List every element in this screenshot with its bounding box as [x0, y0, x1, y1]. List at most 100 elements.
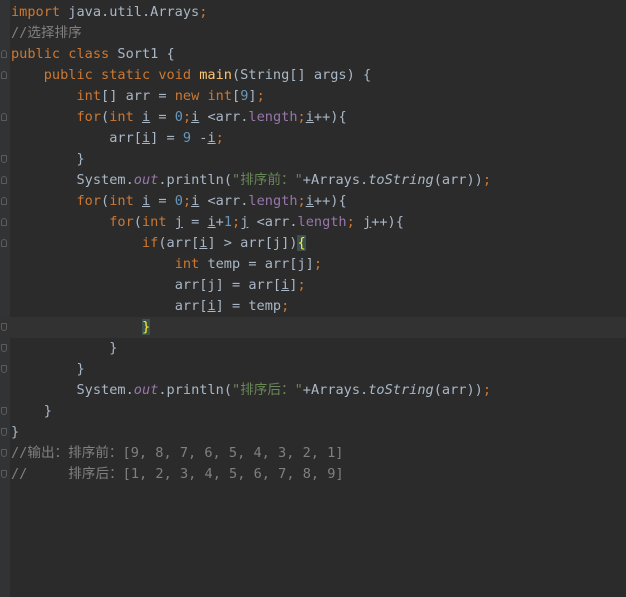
code-token: {: [297, 235, 306, 251]
code-token: i: [141, 130, 151, 146]
code-token: ;: [297, 193, 306, 209]
code-token: <arr.: [248, 214, 298, 230]
code-text: arr[i] = temp;: [11, 296, 290, 317]
code-token: (: [133, 214, 142, 230]
code-token: =: [150, 193, 175, 209]
code-line[interactable]: arr[i] = 9 -i;: [0, 128, 626, 149]
code-token: +Arrays.: [302, 382, 369, 398]
fold-marker-icon[interactable]: [1, 218, 7, 226]
code-line[interactable]: }: [0, 422, 626, 443]
code-token: out: [133, 382, 159, 398]
code-token: ]: [248, 88, 257, 104]
code-line[interactable]: int[] arr = new int[9];: [0, 86, 626, 107]
fold-marker-icon[interactable]: [1, 155, 7, 163]
code-token: ;: [482, 172, 492, 188]
fold-marker-icon[interactable]: [1, 50, 7, 58]
code-line[interactable]: arr[j] = arr[i];: [0, 275, 626, 296]
code-token: 0: [174, 193, 183, 209]
code-text: import java.util.Arrays;: [11, 2, 207, 23]
code-line[interactable]: public class Sort1 {: [0, 44, 626, 65]
code-token: [: [232, 88, 241, 104]
fold-marker-icon[interactable]: [1, 407, 7, 415]
code-token: [] arr =: [101, 88, 175, 104]
code-token: ;: [232, 214, 241, 230]
fold-marker-icon[interactable]: [1, 365, 7, 373]
code-token: }: [11, 424, 20, 440]
code-token: int: [109, 193, 142, 209]
code-token: ;: [297, 277, 306, 293]
code-text: }: [11, 317, 151, 338]
code-line[interactable]: if(arr[i] > arr[j]){: [0, 233, 626, 254]
code-text: if(arr[i] > arr[j]){: [11, 233, 306, 254]
code-token: i: [207, 130, 216, 146]
fold-marker-icon[interactable]: [1, 449, 7, 457]
code-text: arr[i] = 9 -i;: [11, 128, 224, 149]
fold-marker-icon[interactable]: [1, 176, 7, 184]
code-line[interactable]: // 排序后：[1, 2, 3, 4, 5, 6, 7, 8, 9]: [0, 464, 626, 485]
code-token: ;: [182, 193, 192, 209]
code-line[interactable]: public static void main(String[] args) {: [0, 65, 626, 86]
code-line[interactable]: int temp = arr[j];: [0, 254, 626, 275]
code-token: -: [191, 130, 208, 146]
code-line[interactable]: }: [0, 401, 626, 422]
fold-marker-icon[interactable]: [1, 428, 7, 436]
fold-marker-icon[interactable]: [1, 239, 7, 247]
fold-marker-icon[interactable]: [1, 470, 7, 478]
code-token: ;: [281, 298, 290, 314]
code-token: //输出：排序前：[9, 8, 7, 6, 5, 4, 3, 2, 1]: [11, 445, 344, 461]
code-line[interactable]: }: [0, 317, 626, 338]
code-token: ] > arr[j]): [207, 235, 298, 251]
code-token: if: [141, 235, 159, 251]
code-token: int: [109, 109, 142, 125]
code-text: public static void main(String[] args) {: [11, 65, 371, 86]
code-token: "排序后：": [232, 382, 303, 398]
code-token: for: [76, 109, 102, 125]
code-token: out: [133, 172, 159, 188]
code-line[interactable]: System.out.println("排序后："+Arrays.toStrin…: [0, 380, 626, 401]
code-token: i: [207, 214, 216, 230]
code-line[interactable]: arr[i] = temp;: [0, 296, 626, 317]
code-token: }: [43, 403, 52, 419]
code-token: }: [141, 319, 151, 335]
code-token: ++){: [371, 214, 404, 230]
code-line[interactable]: //输出：排序前：[9, 8, 7, 6, 5, 4, 3, 2, 1]: [0, 443, 626, 464]
code-line[interactable]: System.out.println("排序前："+Arrays.toStrin…: [0, 170, 626, 191]
code-token: main: [199, 67, 232, 83]
fold-marker-icon[interactable]: [1, 344, 7, 352]
code-token: "排序前：": [232, 172, 303, 188]
code-text: public class Sort1 {: [11, 44, 175, 65]
code-token: }: [76, 361, 85, 377]
code-token: ;: [482, 382, 492, 398]
code-token: for: [109, 214, 134, 230]
code-token: i: [305, 193, 314, 209]
fold-marker-icon[interactable]: [1, 71, 7, 79]
fold-marker-icon[interactable]: [1, 113, 7, 121]
code-token: toString: [368, 172, 434, 188]
fold-marker-icon[interactable]: [1, 197, 7, 205]
fold-marker-icon[interactable]: [1, 323, 7, 331]
code-line[interactable]: }: [0, 359, 626, 380]
code-token: java.util.Arrays: [60, 4, 200, 20]
code-line[interactable]: for(int i = 0;i <arr.length;i++){: [0, 107, 626, 128]
code-token: // 排序后：[1, 2, 3, 4, 5, 6, 7, 8, 9]: [11, 466, 344, 482]
code-line[interactable]: //选择排序: [0, 23, 626, 44]
code-token: i: [141, 109, 151, 125]
code-token: <arr.: [199, 193, 249, 209]
code-line[interactable]: for(int j = i+1;j <arr.length; j++){: [0, 212, 626, 233]
code-line[interactable]: for(int i = 0;i <arr.length;i++){: [0, 191, 626, 212]
code-text: System.out.println("排序前："+Arrays.toStrin…: [11, 170, 491, 191]
code-line[interactable]: import java.util.Arrays;: [0, 2, 626, 23]
code-token: j: [363, 214, 372, 230]
code-line[interactable]: }: [0, 149, 626, 170]
code-token: ;: [297, 109, 306, 125]
code-editor[interactable]: import java.util.Arrays; //选择排序 public cla…: [0, 0, 626, 597]
code-line[interactable]: }: [0, 338, 626, 359]
code-token: ;: [215, 130, 224, 146]
code-token: int: [174, 256, 208, 272]
